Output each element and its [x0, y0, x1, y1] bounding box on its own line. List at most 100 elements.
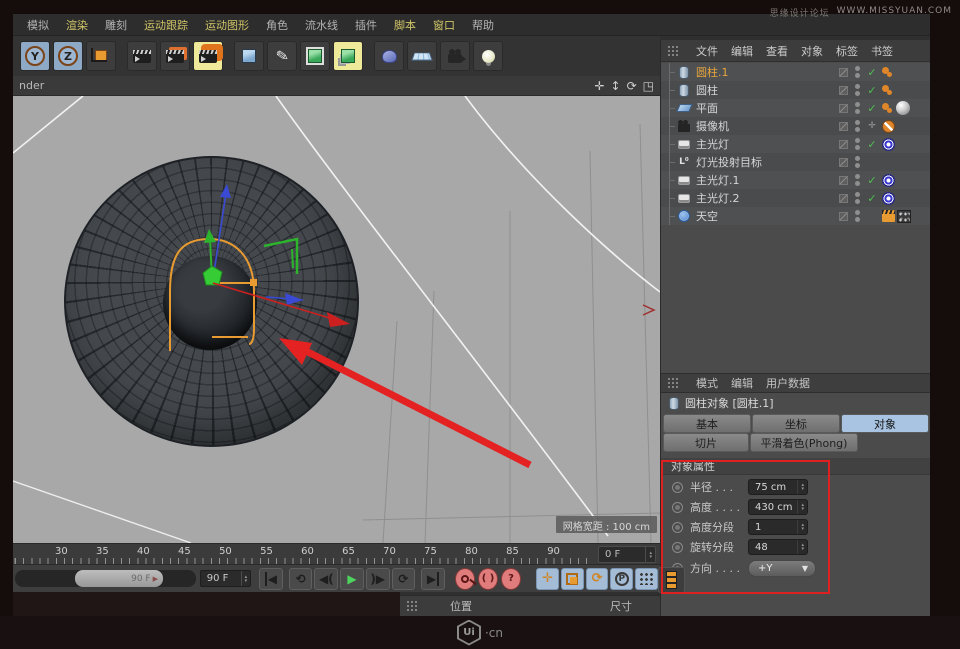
crosshair-state-icon[interactable]: ✛: [866, 121, 878, 131]
om-menu-file[interactable]: 文件: [696, 43, 718, 59]
texture-tag-icon[interactable]: [897, 210, 911, 223]
target-tag-icon[interactable]: [882, 174, 895, 187]
render-settings-button[interactable]: [193, 41, 223, 71]
target-tag-icon[interactable]: [882, 192, 895, 205]
viewport-maximize-icon[interactable]: ◳: [643, 79, 654, 93]
record-key-button[interactable]: [455, 568, 475, 590]
menu-plugins[interactable]: 插件: [355, 17, 377, 33]
rotation-segments-input[interactable]: 48▴▾: [748, 539, 808, 555]
layer-box-icon[interactable]: [839, 176, 848, 185]
height-input[interactable]: 430 cm▴▾: [748, 499, 808, 515]
object-row-mainlight[interactable]: 主光灯 ✓: [661, 135, 930, 153]
keyframe-radio-icon[interactable]: [672, 502, 683, 513]
object-name[interactable]: 平面: [696, 100, 839, 116]
object-name[interactable]: 灯光投射目标: [696, 154, 839, 170]
record-pla-button[interactable]: [635, 568, 658, 590]
enabled-check-icon[interactable]: ✓: [866, 66, 878, 79]
timeline-panel-button[interactable]: [658, 567, 685, 593]
z-axis-lock-button[interactable]: Z: [53, 41, 83, 71]
tab-coordinates[interactable]: 坐标: [752, 414, 840, 433]
camera-button[interactable]: [440, 41, 470, 71]
timeline-ruler[interactable]: 30 35 40 45 50 55 60 65 70 75 80 85 90 0…: [13, 543, 660, 565]
menu-window[interactable]: 窗口: [433, 17, 455, 33]
visibility-dots[interactable]: [854, 192, 860, 204]
enabled-check-icon[interactable]: ✓: [866, 192, 878, 205]
layer-box-icon[interactable]: [839, 158, 848, 167]
layer-box-icon[interactable]: [839, 194, 848, 203]
om-menu-edit[interactable]: 编辑: [731, 43, 753, 59]
record-position-button[interactable]: ✛: [536, 568, 559, 590]
am-menu-mode[interactable]: 模式: [696, 375, 718, 391]
layer-box-icon[interactable]: [839, 86, 848, 95]
am-menu-userdata[interactable]: 用户数据: [766, 375, 810, 391]
object-name[interactable]: 摄像机: [696, 118, 839, 134]
current-frame-field[interactable]: 90 F ▴▾: [200, 570, 251, 587]
phong-tag-icon[interactable]: [882, 103, 889, 110]
panel-grip-icon[interactable]: [406, 600, 418, 612]
material-tag-icon[interactable]: [896, 101, 910, 115]
visibility-dots[interactable]: [854, 102, 860, 114]
render-region-button[interactable]: [160, 41, 190, 71]
range-handle[interactable]: 90 F▶: [75, 570, 163, 587]
radius-input[interactable]: 75 cm▴▾: [748, 479, 808, 495]
viewport-title[interactable]: nder: [19, 79, 44, 92]
primitive-cube-button[interactable]: [234, 41, 264, 71]
panel-grip-icon[interactable]: [667, 45, 679, 57]
object-name[interactable]: 主光灯: [696, 136, 839, 152]
visibility-dots[interactable]: [854, 138, 860, 150]
play-button[interactable]: ▶: [340, 568, 364, 590]
menu-mograph[interactable]: 运动图形: [205, 17, 249, 33]
menu-script[interactable]: 脚本: [394, 17, 416, 33]
record-scale-button[interactable]: [561, 568, 584, 590]
tab-object[interactable]: 对象: [841, 414, 929, 433]
visibility-dots[interactable]: [854, 174, 860, 186]
object-name[interactable]: 圆柱: [696, 82, 839, 98]
phong-tag-icon[interactable]: [882, 85, 889, 92]
enabled-check-icon[interactable]: ✓: [866, 174, 878, 187]
stepper-icon[interactable]: ▴▾: [241, 571, 251, 586]
layer-box-icon[interactable]: [839, 68, 848, 77]
object-row-lighttarget[interactable]: L⁰ 灯光投射目标: [661, 153, 930, 171]
deformer-button[interactable]: [374, 41, 404, 71]
menu-simulate[interactable]: 模拟: [27, 17, 49, 33]
om-menu-view[interactable]: 查看: [766, 43, 788, 59]
panel-grip-icon[interactable]: [667, 377, 679, 389]
object-name[interactable]: 圆柱.1: [696, 64, 839, 80]
object-row-mainlight1[interactable]: 主光灯.1 ✓: [661, 171, 930, 189]
record-rotation-button[interactable]: ⟳: [586, 568, 609, 590]
tab-phong[interactable]: 平滑着色(Phong): [750, 433, 858, 452]
keyframe-radio-icon[interactable]: [672, 522, 683, 533]
object-name[interactable]: 天空: [696, 208, 839, 224]
layer-box-icon[interactable]: [839, 104, 848, 113]
menu-help[interactable]: 帮助: [472, 17, 494, 33]
stepper-icon[interactable]: ▴▾: [797, 520, 807, 534]
enabled-check-icon[interactable]: ✓: [866, 84, 878, 97]
stepper-icon[interactable]: ▴▾: [797, 500, 807, 514]
stepper-icon[interactable]: ▴▾: [797, 540, 807, 554]
object-row-plane[interactable]: 平面 ✓: [661, 99, 930, 117]
next-key-button[interactable]: ⟳: [392, 568, 416, 590]
object-row-cylinder[interactable]: 圆柱 ✓: [661, 81, 930, 99]
3d-viewport[interactable]: 网格宽距 : 100 cm: [13, 96, 660, 543]
frame-offset-field[interactable]: 0 F ▴▾: [598, 546, 656, 563]
object-row-cylinder1[interactable]: 圆柱.1 ✓: [661, 63, 930, 81]
y-axis-lock-button[interactable]: Y: [20, 41, 50, 71]
viewport-pan-icon[interactable]: ✛: [594, 79, 604, 93]
tab-slice[interactable]: 切片: [663, 433, 749, 452]
menu-character[interactable]: 角色: [266, 17, 288, 33]
compositing-tag-icon[interactable]: [882, 210, 895, 222]
stepper-icon[interactable]: ▴▾: [797, 480, 807, 494]
go-to-start-button[interactable]: ◀: [259, 568, 283, 590]
height-segments-input[interactable]: 1▴▾: [748, 519, 808, 535]
previous-frame-button[interactable]: ◀(: [314, 568, 338, 590]
floor-button[interactable]: [407, 41, 437, 71]
visibility-dots[interactable]: [854, 156, 860, 168]
visibility-dots[interactable]: [854, 210, 860, 222]
coordinate-system-button[interactable]: [86, 41, 116, 71]
object-row-camera[interactable]: 摄像机 ✛: [661, 117, 930, 135]
object-row-sky[interactable]: 天空: [661, 207, 930, 225]
tab-basic[interactable]: 基本: [663, 414, 751, 433]
autokey-button[interactable]: ( ): [478, 568, 498, 590]
menu-sculpt[interactable]: 雕刻: [105, 17, 127, 33]
enabled-check-icon[interactable]: ✓: [866, 138, 878, 151]
